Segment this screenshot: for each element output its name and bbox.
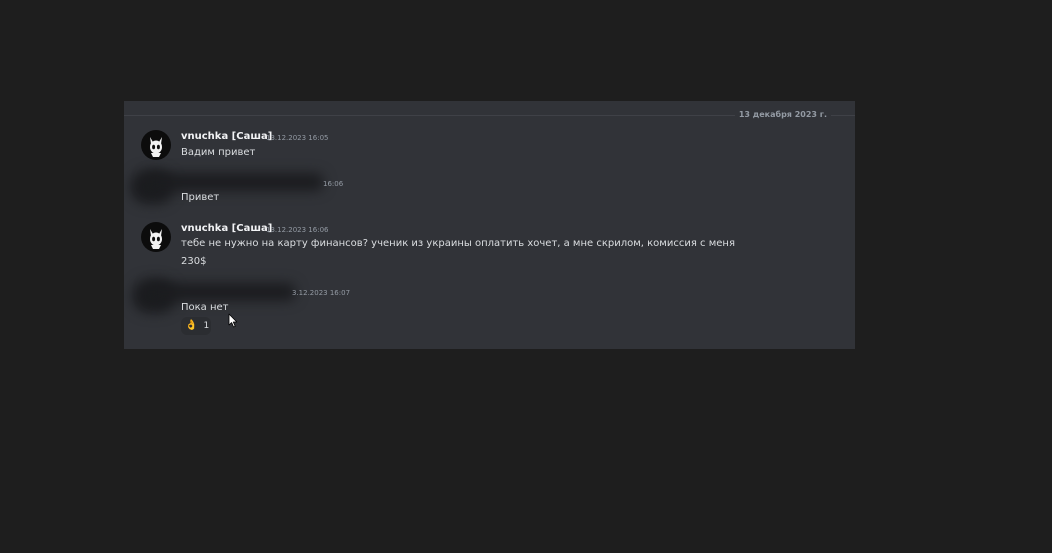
avatar[interactable]	[141, 130, 171, 160]
horned-mask-icon	[150, 137, 162, 157]
avatar[interactable]	[141, 222, 171, 252]
message-author[interactable]: vnuchka [Саша]	[181, 131, 272, 142]
message-text: Пока нет	[181, 302, 229, 313]
chat-panel: 13 декабря 2023 г. vnuchka [Саша] 13.12.…	[124, 101, 855, 349]
date-divider-label: 13 декабря 2023 г.	[734, 110, 831, 119]
message-text: 230$	[181, 256, 207, 267]
horned-mask-icon	[150, 229, 162, 249]
ok-hand-emoji-icon: 👌	[185, 320, 198, 331]
message-timestamp[interactable]: 3.12.2023 16:07	[292, 289, 350, 297]
mouse-pointer-icon	[228, 313, 238, 328]
message-timestamp[interactable]: 13.12.2023 16:05	[266, 134, 328, 142]
message-text: Вадим привет	[181, 147, 256, 158]
redacted-author	[146, 283, 296, 301]
reaction-button[interactable]: 👌 1	[181, 317, 211, 335]
message-author[interactable]: vnuchka [Саша]	[181, 223, 272, 234]
message-text: Привет	[181, 192, 220, 203]
message-timestamp[interactable]: 13.12.2023 16:06	[266, 226, 328, 234]
reaction-count: 1	[203, 321, 210, 331]
message-timestamp[interactable]: 16:06	[323, 180, 343, 188]
message-text: тебе не нужно на карту финансов? ученик …	[181, 238, 735, 249]
redacted-author	[144, 173, 324, 191]
